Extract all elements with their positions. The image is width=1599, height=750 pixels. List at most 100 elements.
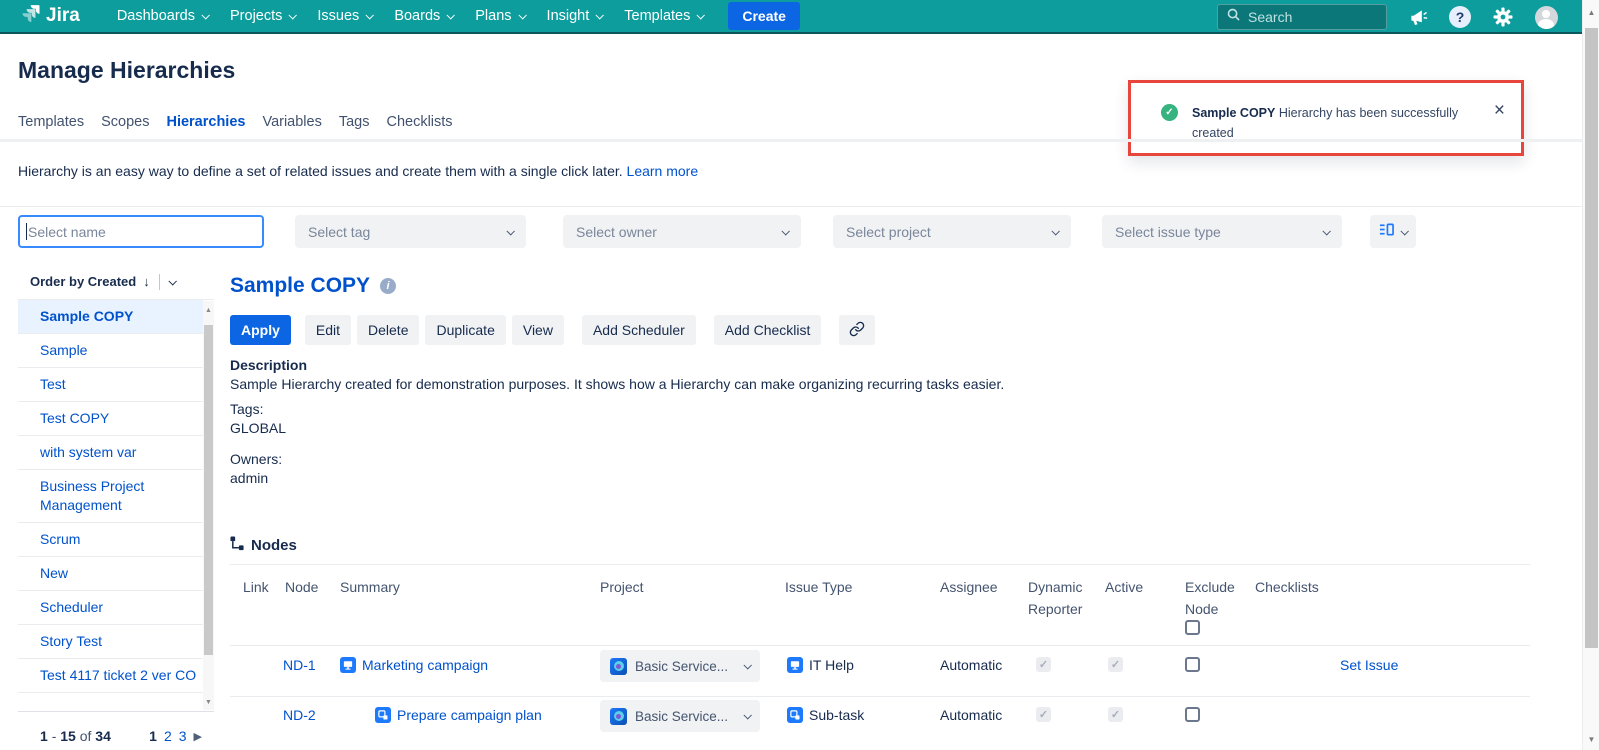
select-name-input[interactable]	[28, 224, 256, 240]
assignee-value: Automatic	[940, 707, 1002, 723]
search-input[interactable]	[1248, 9, 1358, 25]
nav-item-dashboards[interactable]: Dashboards	[106, 0, 219, 33]
description-label: Description	[230, 356, 1030, 375]
tab-hierarchies[interactable]: Hierarchies	[166, 114, 245, 142]
subtask-icon	[375, 707, 391, 723]
project-avatar	[610, 658, 627, 675]
brand-name: Jira	[46, 5, 80, 27]
view-layout-toggle[interactable]	[1370, 215, 1416, 248]
add-scheduler-button[interactable]: Add Scheduler	[582, 315, 696, 345]
list-item-test-copy[interactable]: Test COPY	[18, 402, 203, 436]
node-key-link[interactable]: ND-2	[283, 707, 316, 723]
settings-gear-icon[interactable]	[1491, 5, 1515, 29]
hierarchy-sidebar: Order by Created ↓ Sample COPY Sample Te…	[18, 264, 214, 693]
toast-hierarchy-name: Sample COPY	[1192, 106, 1275, 120]
scroll-up-icon[interactable]: ▲	[203, 307, 214, 314]
edit-button[interactable]: Edit	[305, 315, 351, 345]
active-checkbox[interactable]: ✓	[1108, 657, 1123, 672]
owner-filter-dropdown[interactable]: Select owner	[563, 215, 801, 248]
project-avatar	[610, 708, 627, 725]
list-item-with-system-var[interactable]: with system var	[18, 436, 203, 470]
sidebar-scrollbar-thumb[interactable]	[204, 325, 213, 655]
exclude-node-checkbox[interactable]	[1185, 707, 1200, 722]
hierarchy-title: Sample COPY i	[230, 274, 396, 298]
nav-item-plans[interactable]: Plans	[464, 0, 535, 33]
column-header-dynamic-reporter: Dynamic Reporter	[1028, 576, 1092, 620]
tab-checklists[interactable]: Checklists	[386, 114, 452, 142]
feedback-megaphone-icon[interactable]	[1406, 5, 1430, 29]
sidebar-scrollbar[interactable]: ▲ ▼	[203, 301, 214, 710]
sort-descending-icon[interactable]: ↓	[143, 274, 150, 289]
summary-link[interactable]: Prepare campaign plan	[397, 707, 542, 723]
list-item-test-4117[interactable]: Test 4117 ticket 2 ver COPY	[18, 659, 203, 693]
next-page-icon[interactable]: ▶	[194, 730, 202, 743]
nav-item-insight[interactable]: Insight	[536, 0, 614, 33]
it-help-icon	[787, 657, 803, 673]
project-filter-dropdown[interactable]: Select project	[833, 215, 1071, 248]
page-3[interactable]: 3	[179, 728, 187, 744]
copy-link-button[interactable]	[839, 315, 875, 345]
delete-button[interactable]: Delete	[357, 315, 419, 345]
column-header-exclude-node: Exclude Node	[1185, 576, 1245, 620]
tag-filter-dropdown[interactable]: Select tag	[295, 215, 526, 248]
view-button[interactable]: View	[512, 315, 564, 345]
create-button[interactable]: Create	[728, 2, 800, 30]
name-filter	[18, 215, 264, 248]
list-item-sample[interactable]: Sample	[18, 334, 203, 368]
tab-variables[interactable]: Variables	[262, 114, 321, 142]
tab-scopes[interactable]: Scopes	[101, 114, 149, 142]
nav-item-boards[interactable]: Boards	[383, 0, 464, 33]
duplicate-button[interactable]: Duplicate	[425, 315, 505, 345]
page-2[interactable]: 2	[164, 728, 172, 744]
table-divider	[230, 564, 1530, 565]
list-item-business-project-management[interactable]: Business Project Management	[18, 470, 203, 523]
close-icon[interactable]: ×	[1494, 103, 1505, 119]
column-header-checklists: Checklists	[1255, 576, 1319, 598]
global-search[interactable]	[1217, 4, 1387, 30]
node-key-link[interactable]: ND-1	[283, 657, 316, 673]
page-1[interactable]: 1	[149, 728, 157, 744]
list-item-scrum[interactable]: Scrum	[18, 523, 203, 557]
list-item-new[interactable]: New	[18, 557, 203, 591]
tab-templates[interactable]: Templates	[18, 114, 84, 142]
dynamic-reporter-checkbox[interactable]: ✓	[1036, 657, 1051, 672]
chevron-down-icon	[781, 227, 789, 235]
list-item-sample-copy[interactable]: Sample COPY	[18, 300, 203, 334]
order-by-header[interactable]: Order by Created ↓	[18, 264, 214, 300]
nav-item-projects[interactable]: Projects	[219, 0, 306, 33]
tags-label: Tags:	[230, 400, 1030, 419]
issue-type-filter-dropdown[interactable]: Select issue type	[1102, 215, 1342, 248]
nav-item-issues[interactable]: Issues	[306, 0, 383, 33]
page-scrollbar-thumb[interactable]	[1585, 28, 1598, 648]
user-avatar[interactable]	[1534, 5, 1558, 29]
exclude-node-checkbox[interactable]	[1185, 657, 1200, 672]
list-item-story-test[interactable]: Story Test	[18, 625, 203, 659]
learn-more-link[interactable]: Learn more	[627, 163, 699, 179]
list-item-scheduler[interactable]: Scheduler	[18, 591, 203, 625]
text-caret	[26, 223, 27, 240]
column-header-node: Node	[285, 576, 318, 598]
apply-button[interactable]: Apply	[230, 315, 291, 345]
scroll-down-icon[interactable]: ▼	[203, 699, 214, 706]
chevron-down-icon[interactable]	[168, 277, 176, 285]
help-icon[interactable]: ?	[1448, 5, 1472, 29]
info-icon[interactable]: i	[380, 278, 396, 294]
dynamic-reporter-checkbox[interactable]: ✓	[1036, 707, 1051, 722]
hierarchy-description: Description Sample Hierarchy created for…	[230, 356, 1030, 488]
jira-logo[interactable]: Jira	[20, 3, 80, 29]
list-item-test[interactable]: Test	[18, 368, 203, 402]
set-issue-link[interactable]: Set Issue	[1340, 657, 1398, 673]
scroll-up-icon[interactable]: ▲	[1583, 8, 1599, 17]
page-scrollbar[interactable]: ▲ ▼	[1582, 0, 1599, 750]
nav-item-templates[interactable]: Templates	[613, 0, 714, 33]
summary-link[interactable]: Marketing campaign	[362, 657, 488, 673]
page-tabs: Templates Scopes Hierarchies Variables T…	[18, 114, 453, 142]
tab-tags[interactable]: Tags	[339, 114, 370, 142]
project-select[interactable]: Basic Service...	[600, 700, 760, 732]
jira-logo-icon	[20, 3, 40, 29]
add-checklist-button[interactable]: Add Checklist	[714, 315, 822, 345]
exclude-all-checkbox[interactable]	[1185, 620, 1200, 635]
project-select[interactable]: Basic Service...	[600, 650, 760, 682]
scroll-down-icon[interactable]: ▼	[1583, 735, 1599, 744]
active-checkbox[interactable]: ✓	[1108, 707, 1123, 722]
